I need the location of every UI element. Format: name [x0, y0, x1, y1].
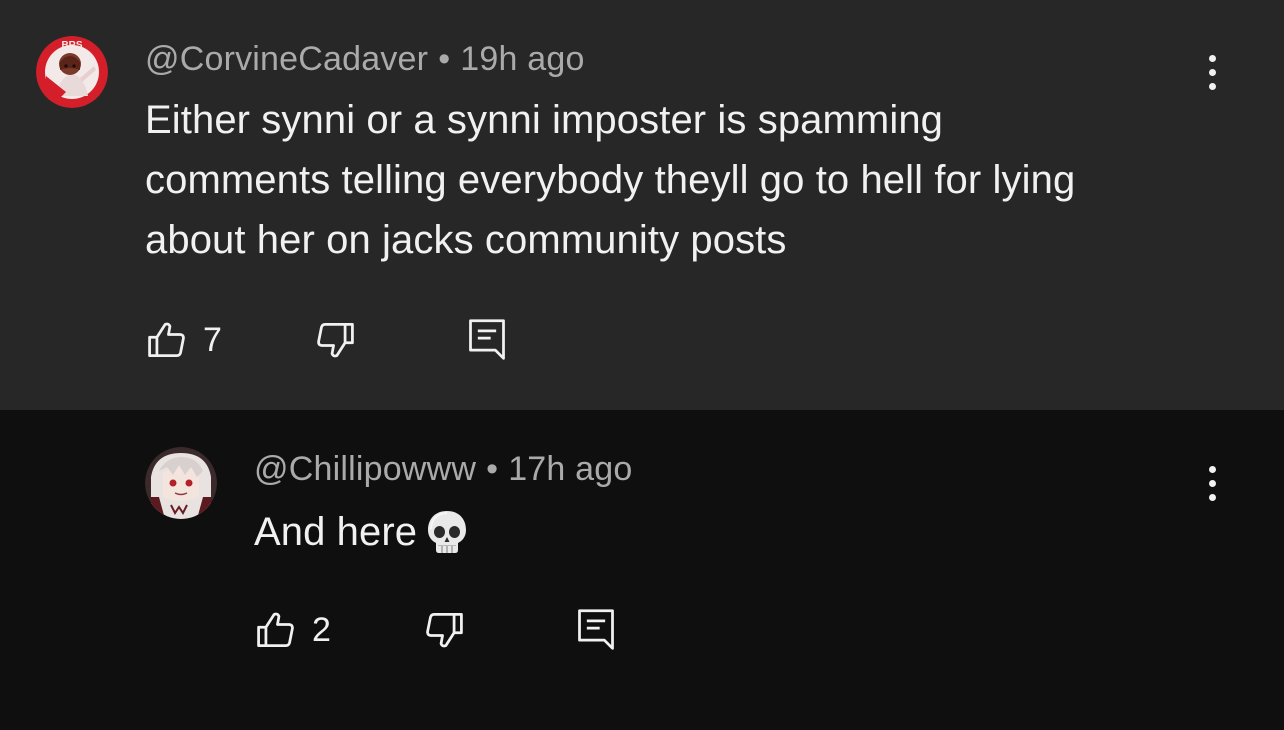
meta-separator: •	[438, 40, 451, 78]
comment-actions: 2	[254, 605, 618, 655]
comment-reply: @Chillipowww • 17h ago And here 2	[0, 410, 1284, 730]
like-count: 7	[203, 320, 222, 359]
more-options-button[interactable]	[1192, 42, 1232, 102]
thumbs-down-icon	[317, 323, 354, 358]
comment-text-content: And here	[254, 510, 418, 554]
reply-button[interactable]	[574, 606, 618, 654]
comment-text-line: about her on jacks community posts	[145, 218, 787, 262]
comments-panel: BRS @CorvineCadaver • 19h ago Either synni…	[0, 0, 1284, 730]
meta-separator: •	[486, 450, 499, 488]
comment-timestamp[interactable]: 19h ago	[460, 40, 584, 78]
dislike-button[interactable]	[313, 318, 465, 362]
thumbs-up-icon	[257, 612, 294, 647]
reply-comment-icon	[578, 609, 614, 650]
reply-comment-icon	[469, 319, 505, 360]
like-button[interactable]: 2	[254, 608, 422, 652]
reply-button[interactable]	[465, 316, 509, 364]
more-dot	[1208, 493, 1216, 501]
avatar[interactable]	[145, 447, 217, 519]
comment-text-line: Either synni or a synni imposter is spam…	[145, 98, 944, 142]
more-dot	[1208, 479, 1216, 487]
comment-meta: @Chillipowww • 17h ago	[254, 450, 633, 489]
more-dot	[1208, 82, 1216, 90]
thumbs-up-icon	[148, 322, 185, 357]
avatar-anime-character-icon	[145, 447, 217, 519]
like-count: 2	[312, 610, 331, 649]
more-options-button[interactable]	[1192, 453, 1232, 513]
comment-text: And here	[254, 502, 1154, 562]
avatar[interactable]: BRS	[36, 36, 108, 108]
comment-thread-parent: BRS @CorvineCadaver • 19h ago Either synni…	[0, 0, 1284, 410]
avatar-lettering: BRS	[61, 40, 82, 51]
more-dot	[1208, 68, 1216, 76]
skull-emoji-icon	[428, 511, 467, 553]
like-button[interactable]: 7	[145, 318, 313, 362]
comment-username[interactable]: @CorvineCadaver	[145, 40, 428, 78]
comment-text: Either synni or a synni imposter is spam…	[145, 90, 1205, 270]
comment-text-line: comments telling everybody theyll go to …	[145, 158, 1076, 202]
comment-actions: 7	[145, 315, 509, 365]
thumbs-down-icon	[426, 613, 463, 648]
comment-meta: @CorvineCadaver • 19h ago	[145, 40, 585, 79]
more-dot	[1208, 465, 1216, 473]
comment-timestamp[interactable]: 17h ago	[508, 450, 632, 488]
more-dot	[1208, 54, 1216, 62]
dislike-button[interactable]	[422, 608, 574, 652]
comment-username[interactable]: @Chillipowww	[254, 450, 476, 488]
avatar-red-circle-icon: BRS	[36, 36, 108, 108]
